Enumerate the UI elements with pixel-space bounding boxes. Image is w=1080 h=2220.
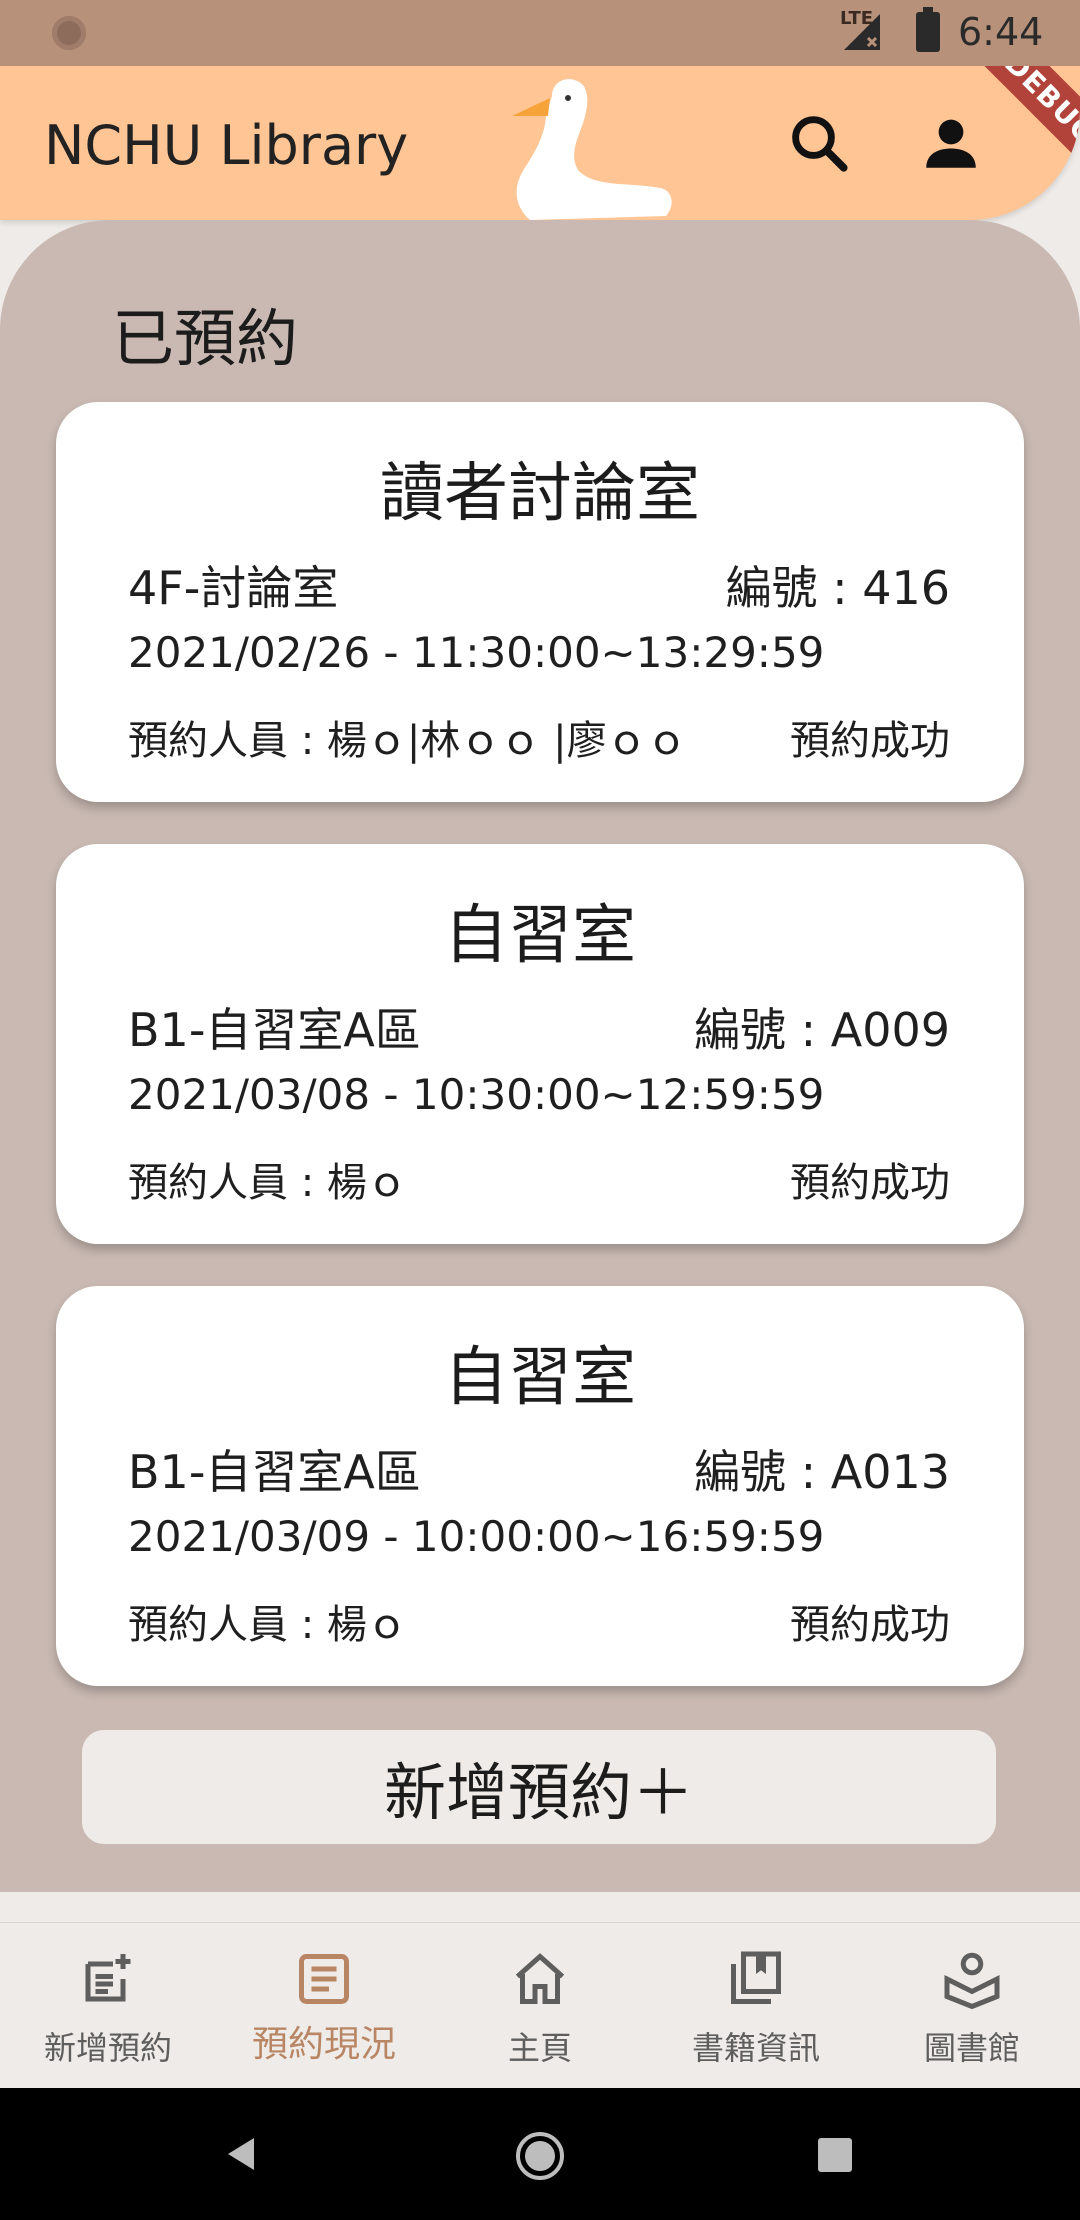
status-bar: LTE 6:44 xyxy=(0,0,1080,66)
room-number: 編號 : 416 xyxy=(725,561,950,615)
nav-item-home[interactable]: 主頁 xyxy=(432,1923,648,2089)
article-icon xyxy=(299,1954,349,2004)
nav-label: 新增預約 xyxy=(43,2029,172,2067)
person-icon[interactable] xyxy=(918,110,984,176)
home-button-icon[interactable] xyxy=(514,2130,566,2182)
reservations-panel: 已預約 讀者討論室 4F-討論室 編號 : 416 2021/02/26 - 1… xyxy=(0,220,1080,1892)
reservation-card[interactable]: 自習室 B1-自習室A區 編號 : A009 2021/03/08 - 10:3… xyxy=(56,844,1024,1244)
reservation-status: 預約成功 xyxy=(790,1160,950,1206)
reservation-status: 預約成功 xyxy=(790,1602,950,1648)
reservation-datetime: 2021/02/26 - 11:30:00~13:29:59 xyxy=(128,628,825,677)
room-number: 編號 : A009 xyxy=(693,1003,950,1057)
room-type: 讀者討論室 xyxy=(380,457,700,531)
reservation-members: 預約人員 : 楊ｏ|林ｏｏ |廖ｏｏ xyxy=(128,718,687,764)
nav-label: 書籍資訊 xyxy=(691,2029,820,2067)
reservation-datetime: 2021/03/08 - 10:30:00~12:59:59 xyxy=(128,1070,825,1119)
nav-item-reservation-status[interactable]: 預約現況 xyxy=(216,1923,432,2089)
system-navigation-bar xyxy=(0,2088,1080,2220)
reservation-card[interactable]: 讀者討論室 4F-討論室 編號 : 416 2021/02/26 - 11:30… xyxy=(56,402,1024,802)
nav-label: 主頁 xyxy=(507,2029,572,2067)
reservation-datetime: 2021/03/09 - 10:00:00~16:59:59 xyxy=(128,1512,825,1561)
app-bar: NCHU Library DEBUG xyxy=(0,66,1080,220)
add-reservation-button[interactable]: 新增預約＋ xyxy=(82,1730,996,1844)
room-location: 4F-討論室 xyxy=(128,561,339,615)
signal-icon xyxy=(844,14,880,50)
recent-apps-icon[interactable] xyxy=(818,2138,852,2172)
nav-label: 圖書館 xyxy=(923,2029,1020,2067)
reservation-members: 預約人員 : 楊ｏ xyxy=(128,1602,407,1648)
search-icon[interactable] xyxy=(786,110,852,176)
clock: 6:44 xyxy=(958,10,1044,54)
room-type: 自習室 xyxy=(444,1341,636,1415)
nav-item-book-info[interactable]: 書籍資訊 xyxy=(648,1923,864,2089)
room-number: 編號 : A013 xyxy=(693,1445,950,1499)
room-type: 自習室 xyxy=(444,899,636,973)
library-icon xyxy=(944,1952,1000,2009)
goose-mascot-icon xyxy=(512,79,672,220)
reservation-members: 預約人員 : 楊ｏ xyxy=(128,1160,407,1206)
back-icon[interactable] xyxy=(222,2134,262,2174)
nav-label: 預約現況 xyxy=(251,2024,396,2065)
room-location: B1-自習室A區 xyxy=(128,1003,421,1057)
home-icon xyxy=(515,1953,565,2004)
bookmarks-icon xyxy=(731,1951,781,2004)
bottom-navigation: 新增預約 預約現況 主頁 書籍資訊 圖書館 xyxy=(0,1922,1080,2089)
battery-icon xyxy=(916,7,940,52)
reservation-status: 預約成功 xyxy=(790,718,950,764)
section-title: 已預約 xyxy=(112,302,299,375)
reservation-card[interactable]: 自習室 B1-自習室A區 編號 : A013 2021/03/09 - 10:0… xyxy=(56,1286,1024,1686)
add-note-icon xyxy=(85,1954,131,2002)
notification-icon xyxy=(52,16,86,50)
nav-item-new-reservation[interactable]: 新增預約 xyxy=(0,1923,216,2089)
app-title: NCHU Library xyxy=(44,114,409,177)
nav-item-library[interactable]: 圖書館 xyxy=(864,1923,1080,2089)
room-location: B1-自習室A區 xyxy=(128,1445,421,1499)
